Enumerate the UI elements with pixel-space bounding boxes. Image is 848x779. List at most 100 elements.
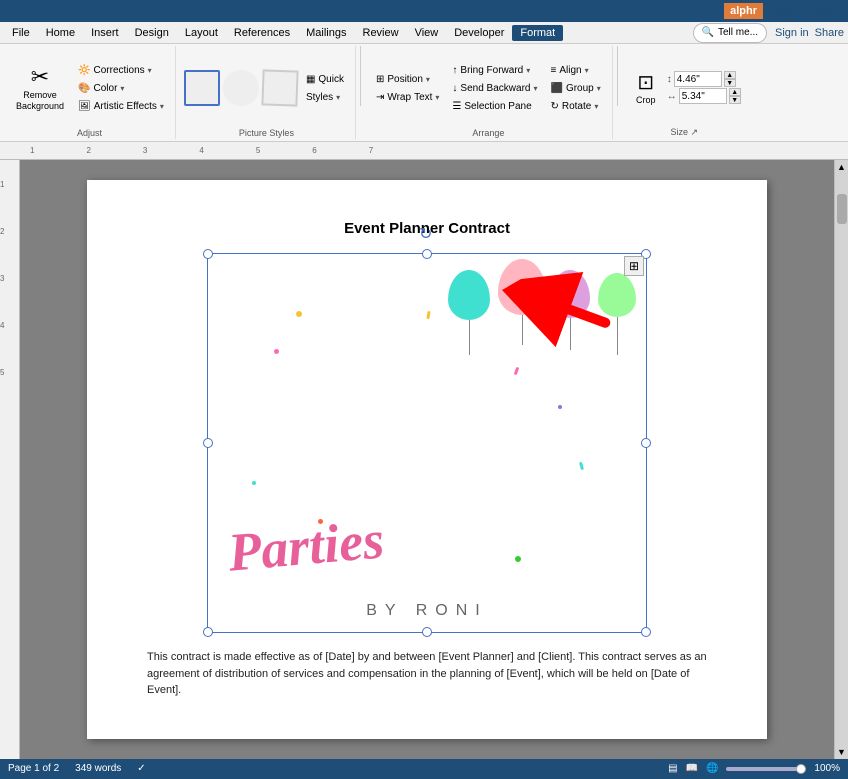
arrange-col1: ⊞ Position ▾ ⇥ Wrap Text ▾ bbox=[371, 71, 444, 106]
color-icon: 🎨 bbox=[78, 83, 90, 94]
width-input[interactable] bbox=[679, 88, 727, 104]
balloon-teal bbox=[448, 270, 490, 355]
menu-developer[interactable]: Developer bbox=[446, 25, 512, 41]
menu-layout[interactable]: Layout bbox=[177, 25, 226, 41]
menu-mailings[interactable]: Mailings bbox=[298, 25, 354, 41]
scroll-up-button[interactable]: ▲ bbox=[835, 160, 848, 174]
adjust-small-buttons: 🔆 Corrections ▾ 🎨 Color ▾ 🖼 Artistic Eff… bbox=[73, 62, 169, 115]
image-selection-box[interactable]: ↻ ⊞ bbox=[207, 253, 647, 633]
ribbon: ✂ RemoveBackground 🔆 Corrections ▾ 🎨 Col… bbox=[0, 44, 848, 142]
group-button[interactable]: ⬛ Group ▾ bbox=[545, 80, 605, 97]
handle-top-left[interactable] bbox=[203, 249, 213, 259]
status-bar: Page 1 of 2 349 words ✓ ▤ 📖 🌐 100% bbox=[0, 759, 848, 779]
menu-share[interactable]: Share bbox=[815, 27, 844, 39]
confetti-7 bbox=[513, 367, 519, 376]
color-dropdown[interactable]: ▾ bbox=[120, 84, 124, 93]
handle-bot-right[interactable] bbox=[641, 627, 651, 637]
page-indicator: Page 1 of 2 bbox=[8, 763, 59, 774]
confetti-5 bbox=[558, 405, 562, 409]
artistic-icon: 🖼 bbox=[78, 101, 91, 112]
picture-styles-content: ▦ Quick Styles ▾ bbox=[184, 48, 349, 128]
selection-icon: ☰ bbox=[452, 101, 461, 112]
picture-style-2[interactable] bbox=[223, 70, 259, 106]
menu-home[interactable]: Home bbox=[38, 25, 83, 41]
crop-icon: ⊡ bbox=[637, 70, 654, 95]
ribbon-group-arrange: ⊞ Position ▾ ⇥ Wrap Text ▾ ↑ Bring Forwa… bbox=[365, 46, 613, 139]
width-down[interactable]: ▼ bbox=[729, 96, 741, 104]
adjust-label: Adjust bbox=[77, 128, 102, 139]
tell-me-box[interactable]: 🔍 Tell me... bbox=[693, 23, 767, 43]
rotate-icon: ↻ bbox=[550, 101, 558, 112]
confetti-8 bbox=[579, 462, 584, 471]
size-inputs: ↕ ▲ ▼ ↔ ▲ ▼ bbox=[667, 71, 741, 104]
corrections-button[interactable]: 🔆 Corrections ▾ bbox=[73, 62, 169, 79]
balloon-lavender bbox=[550, 270, 590, 350]
picture-style-3[interactable] bbox=[261, 69, 298, 106]
menu-signin[interactable]: Sign in bbox=[775, 27, 809, 39]
handle-bot-mid[interactable] bbox=[422, 627, 432, 637]
title-bar: alphr Sign in Share bbox=[0, 0, 848, 22]
rotate-handle[interactable]: ↻ bbox=[419, 224, 432, 244]
quick-styles-button[interactable]: ▦ Quick bbox=[301, 71, 349, 88]
handle-top-mid[interactable] bbox=[422, 249, 432, 259]
picture-style-1[interactable] bbox=[184, 70, 220, 106]
document-scroll[interactable]: Event Planner Contract ↻ ⊞ bbox=[20, 160, 834, 759]
share-button[interactable]: Share bbox=[811, 5, 840, 17]
menu-sign-share: Sign in Share bbox=[775, 27, 844, 39]
menu-insert[interactable]: Insert bbox=[83, 25, 127, 41]
menu-format[interactable]: Format bbox=[512, 25, 563, 41]
menu-bar: File Home Insert Design Layout Reference… bbox=[0, 22, 848, 44]
menu-file[interactable]: File bbox=[4, 25, 38, 41]
search-icon: 🔍 bbox=[702, 27, 714, 38]
send-backward-button[interactable]: ↓ Send Backward ▾ bbox=[447, 80, 542, 97]
rotate-button[interactable]: ↻ Rotate ▾ bbox=[545, 98, 605, 115]
crop-button[interactable]: ⊡ Crop bbox=[628, 52, 664, 124]
align-button[interactable]: ≡ Align ▾ bbox=[545, 62, 605, 79]
handle-mid-left[interactable] bbox=[203, 438, 213, 448]
signin-button[interactable]: Sign in bbox=[771, 5, 805, 17]
align-icon: ≡ bbox=[550, 65, 556, 76]
wrap-text-button[interactable]: ⇥ Wrap Text ▾ bbox=[371, 89, 444, 106]
height-input[interactable] bbox=[674, 71, 722, 87]
view-print-icon[interactable]: ▤ bbox=[668, 763, 677, 774]
menu-design[interactable]: Design bbox=[127, 25, 177, 41]
confetti-3 bbox=[252, 481, 256, 485]
doc-area: 1 2 3 4 5 Event Planner Contract ↻ ⊞ bbox=[0, 160, 848, 759]
zoom-thumb[interactable] bbox=[796, 764, 806, 774]
view-web-icon[interactable]: 🌐 bbox=[706, 763, 718, 774]
quick-styles-more[interactable]: Styles ▾ bbox=[301, 89, 349, 106]
artistic-effects-button[interactable]: 🖼 Artistic Effects ▾ bbox=[73, 98, 169, 115]
logo-subtitle-text: BY RONI bbox=[366, 602, 488, 620]
height-down[interactable]: ▼ bbox=[724, 79, 736, 87]
scrollbar-thumb[interactable] bbox=[837, 194, 847, 224]
ruler-vertical: 1 2 3 4 5 bbox=[0, 160, 20, 759]
color-button[interactable]: 🎨 Color ▾ bbox=[73, 80, 169, 97]
wrap-icon: ⇥ bbox=[376, 92, 384, 103]
scroll-down-button[interactable]: ▼ bbox=[835, 745, 848, 759]
height-input-row: ↔ ▲ ▼ bbox=[667, 88, 741, 104]
selection-pane-button[interactable]: ☰ Selection Pane bbox=[447, 98, 542, 115]
handle-mid-right[interactable] bbox=[641, 438, 651, 448]
width-up[interactable]: ▲ bbox=[729, 88, 741, 96]
menu-references[interactable]: References bbox=[226, 25, 298, 41]
artistic-dropdown[interactable]: ▾ bbox=[160, 102, 164, 111]
menu-review[interactable]: Review bbox=[355, 25, 407, 41]
position-button[interactable]: ⊞ Position ▾ bbox=[371, 71, 444, 88]
document-page: Event Planner Contract ↻ ⊞ bbox=[87, 180, 767, 739]
size-label: Size ↗ bbox=[670, 127, 698, 139]
bring-forward-button[interactable]: ↑ Bring Forward ▾ bbox=[447, 62, 542, 79]
height-up[interactable]: ▲ bbox=[724, 71, 736, 79]
width-spinners: ▲ ▼ bbox=[729, 88, 741, 104]
handle-bot-left[interactable] bbox=[203, 627, 213, 637]
remove-background-button[interactable]: ✂ RemoveBackground bbox=[10, 52, 70, 124]
scrollbar-vertical[interactable]: ▲ ▼ bbox=[834, 160, 848, 759]
arrange-label: Arrange bbox=[472, 128, 504, 139]
body-text: This contract is made effective as of [D… bbox=[147, 649, 707, 699]
corrections-dropdown[interactable]: ▾ bbox=[148, 66, 152, 75]
menu-view[interactable]: View bbox=[407, 25, 447, 41]
zoom-slider[interactable] bbox=[726, 767, 806, 771]
layout-options-icon[interactable]: ⊞ bbox=[624, 256, 644, 276]
balloon-green bbox=[598, 273, 636, 355]
remove-bg-label: RemoveBackground bbox=[16, 90, 64, 112]
view-read-icon[interactable]: 📖 bbox=[686, 763, 698, 774]
